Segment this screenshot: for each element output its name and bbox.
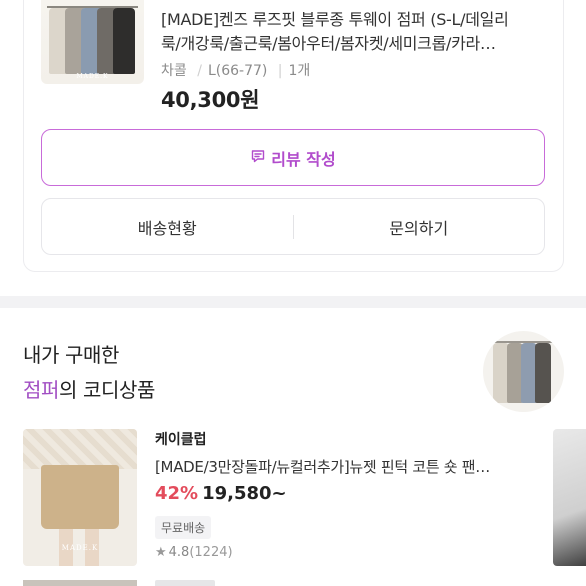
order-actions: 배송현황 문의하기	[41, 198, 545, 255]
product-option: 차콜 / L(66-77) | 1개	[161, 60, 310, 80]
next-row-image	[23, 580, 137, 586]
item-image-brand-tag: MADE.K	[61, 544, 99, 552]
next-item-image[interactable]	[553, 429, 586, 566]
item-brand[interactable]: 케이클럽	[155, 429, 207, 449]
inquiry-button[interactable]: 문의하기	[294, 199, 545, 254]
write-review-label: 리뷰 작성	[271, 149, 336, 169]
item-price: 42% 19,580~	[155, 483, 287, 504]
recommend-heading-accent: 점퍼	[23, 378, 59, 402]
purchased-item-thumbnail[interactable]	[483, 331, 564, 412]
option-separator: |	[277, 63, 283, 79]
free-shipping-badge: 무료배송	[155, 516, 212, 539]
discount-rate: 42%	[155, 483, 199, 504]
item-image[interactable]: MADE.K	[23, 429, 137, 566]
option-size: L(66-77)	[207, 63, 268, 79]
section-divider-band	[0, 296, 586, 308]
item-rating: ★ 4.8(1224)	[155, 545, 233, 560]
star-icon: ★	[155, 545, 167, 560]
product-title-line2: 룩/개강룩/출근룩/봄아우터/봄자켓/세미크롭/카라…	[161, 34, 496, 53]
write-review-button[interactable]: 리뷰 작성	[41, 129, 545, 186]
thumbnail-brand-tag: MADE.K	[76, 73, 109, 80]
recommend-heading-line1: 내가 구매한	[23, 343, 119, 367]
recommend-heading-rest: 의 코디상품	[59, 378, 155, 402]
recommend-heading-line2: 점퍼의 코디상품	[23, 373, 155, 408]
rating-score: 4.8	[168, 545, 190, 560]
product-thumbnail[interactable]: MADE.K	[41, 0, 144, 84]
coat-charcoal	[535, 343, 551, 403]
knit-top	[23, 429, 137, 469]
message-square-icon	[250, 148, 266, 168]
skirt	[41, 465, 119, 529]
coat-black	[113, 8, 135, 74]
product-title[interactable]: [MADE]켄즈 루즈핏 블루종 투웨이 점퍼 (S-L/데일리 룩/개강룩/출…	[161, 8, 551, 56]
product-price: 40,300원	[161, 88, 260, 112]
product-title-line1: [MADE]켄즈 루즈핏 블루종 투웨이 점퍼 (S-L/데일리	[161, 10, 509, 29]
review-count: (1224)	[189, 545, 233, 560]
recommend-heading: 내가 구매한 점퍼의 코디상품	[23, 338, 155, 408]
item-name[interactable]: [MADE/3만장돌파/뉴컬러추가]뉴젯 핀턱 코튼 숏 팬…	[155, 456, 525, 477]
next-row-text	[155, 580, 215, 586]
delivery-status-button[interactable]: 배송현황	[42, 199, 293, 254]
option-color: 차콜	[161, 63, 187, 79]
sale-price: 19,580~	[202, 483, 287, 504]
option-quantity: 1개	[288, 63, 311, 79]
option-separator: /	[197, 63, 202, 79]
